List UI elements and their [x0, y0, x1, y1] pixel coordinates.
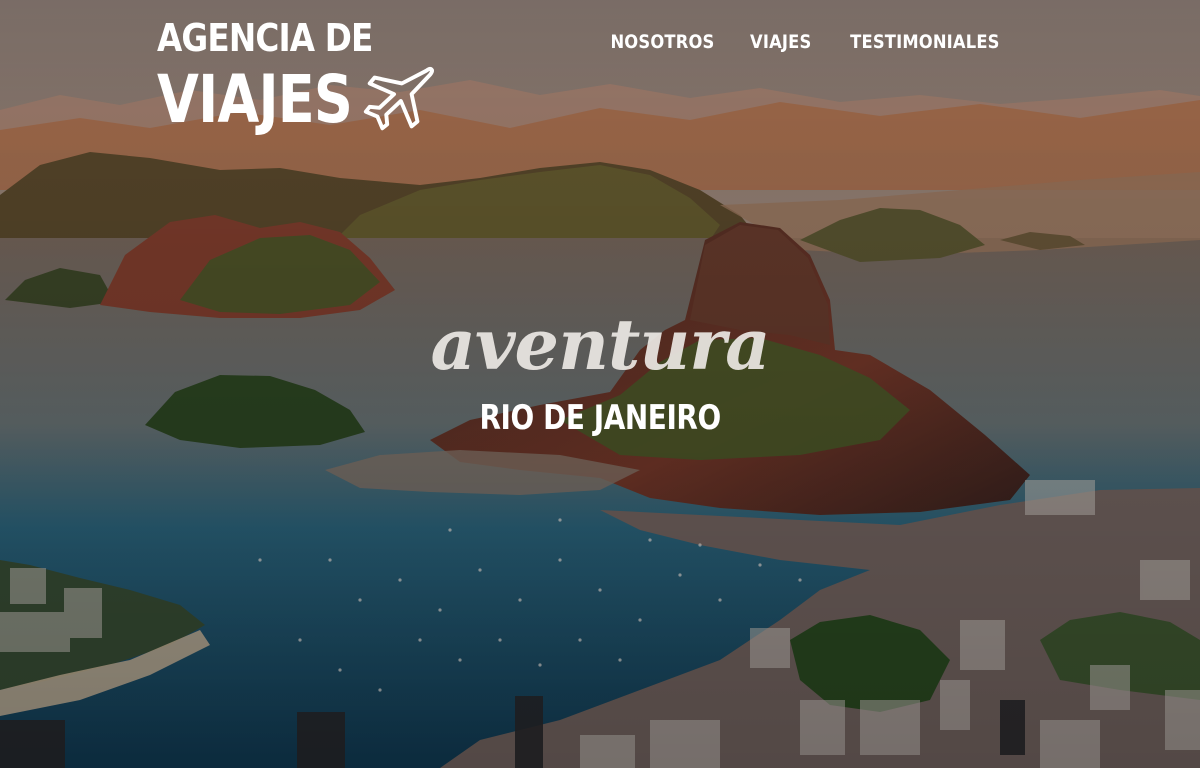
- hero-section: AGENCIA DE VIAJES NOSOTROS VIAJES TESTIM…: [0, 0, 1200, 768]
- hero-destination-text: RIO DE JANEIRO: [479, 398, 721, 438]
- brand-line-1: AGENCIA DE: [157, 16, 373, 60]
- nav-link-nosotros[interactable]: NOSOTROS: [610, 30, 714, 54]
- brand-line-2: VIAJES: [157, 61, 353, 138]
- main-navigation: NOSOTROS VIAJES TESTIMONIALES: [602, 30, 1012, 54]
- nav-link-testimoniales[interactable]: TESTIMONIALES: [850, 30, 999, 54]
- plane-icon: [363, 67, 434, 131]
- nav-link-viajes[interactable]: VIAJES: [750, 30, 811, 54]
- hero-destination: RIO DE JANEIRO: [430, 398, 770, 438]
- hero-tagline: aventura: [430, 303, 771, 386]
- brand-logo-link[interactable]: AGENCIA DE VIAJES: [157, 14, 447, 136]
